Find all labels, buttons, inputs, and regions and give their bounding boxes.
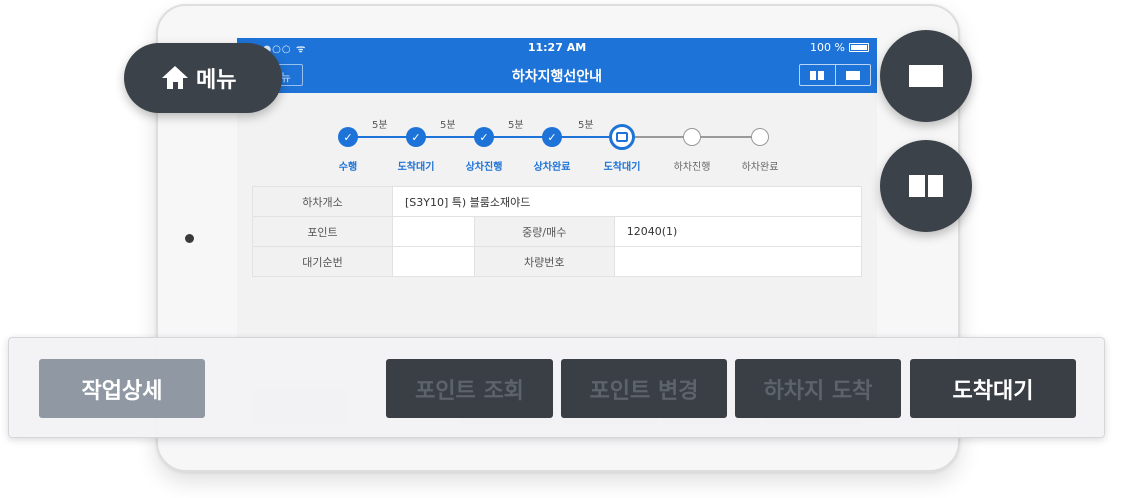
step-dot: ✓ (474, 127, 494, 147)
status-time: 11:27 AM (527, 41, 587, 54)
single-view-icon (845, 70, 860, 80)
single-view-button[interactable] (834, 65, 871, 85)
vehicle-label: 차량번호 (473, 246, 615, 277)
step-label: 하차완료 (741, 162, 779, 173)
split-view-icon (909, 175, 943, 197)
step-dot: ✓ (406, 127, 426, 147)
home-icon (162, 66, 188, 90)
truck-icon (616, 132, 628, 142)
point-change-button[interactable]: 포인트 변경 (561, 359, 727, 418)
home-menu-label: 메뉴 (196, 68, 237, 93)
step-time: 5분 (508, 120, 524, 131)
table-row: 포인트 중량/매수 12040(1) (252, 216, 863, 247)
home-menu-button[interactable]: 메뉴 (124, 43, 282, 113)
step-label: 도착대기 (603, 162, 641, 173)
step-label: 도착대기 (397, 162, 435, 173)
battery-icon (849, 43, 869, 52)
unload-arrive-button[interactable]: 하차지 도착 (735, 359, 901, 418)
camera-dot (185, 234, 194, 243)
step-dot (683, 128, 701, 146)
page-title: 하차지행선안내 (511, 69, 603, 85)
nav-bar: ≡ 메뉴 하차지행선안내 (237, 57, 877, 93)
info-table: 하차개소 [S3Y10] 특) 블룸소재야드 포인트 중량/매수 12040(1… (252, 186, 863, 277)
work-detail-button[interactable]: 작업상세 (39, 359, 205, 418)
status-bar: ●●●○○ ᯤ 11:27 AM 100 % (237, 38, 877, 57)
wait-value (392, 246, 475, 277)
step-time: 5분 (440, 120, 456, 131)
split-view-button[interactable] (800, 65, 835, 85)
arrive-wait-button[interactable]: 도착대기 (910, 359, 1076, 418)
battery-percent: 100 % (810, 41, 845, 54)
point-search-button[interactable]: 포인트 조회 (386, 359, 553, 418)
unload-site-value: [S3Y10] 특) 블룸소재야드 (392, 186, 862, 217)
point-value (392, 216, 475, 247)
split-view-round-button[interactable] (880, 140, 972, 232)
step-time: 5분 (578, 120, 594, 131)
single-view-icon (909, 65, 943, 87)
step-time: 5분 (372, 120, 388, 131)
check-icon: ✓ (479, 130, 489, 144)
step-dot (609, 124, 635, 150)
step-dot (751, 128, 769, 146)
step-label: 하차진행 (673, 162, 711, 173)
step-label: 상차진행 (465, 162, 503, 173)
check-icon: ✓ (547, 130, 557, 144)
step-dot: ✓ (542, 127, 562, 147)
weight-value: 12040(1) (613, 216, 863, 247)
progress-steps: ✓ 수행 ✓ 5분도착대기 ✓ 5분상차진행 ✓ 5분상차완료 5분도착대기 하차진행 하차완료 (332, 113, 877, 173)
split-view-icon (810, 70, 825, 80)
battery-indicator: 100 % (810, 41, 869, 54)
vehicle-value (613, 246, 863, 277)
single-view-round-button[interactable] (880, 30, 972, 122)
step-connector (692, 136, 760, 138)
step-label: 상차완료 (533, 162, 571, 173)
unload-site-label: 하차개소 (252, 186, 393, 217)
table-row: 하차개소 [S3Y10] 특) 블룸소재야드 (252, 186, 862, 217)
step-label: 수행 (338, 162, 358, 173)
check-icon: ✓ (343, 130, 353, 144)
point-label: 포인트 (252, 216, 393, 247)
table-row: 대기순번 차량번호 (252, 246, 863, 277)
action-bar: 작업상세 포인트 조회 포인트 변경 하차지 도착 도착대기 (8, 337, 1105, 438)
wait-label: 대기순번 (252, 246, 393, 277)
weight-label: 중량/매수 (473, 216, 615, 247)
check-icon: ✓ (411, 130, 421, 144)
view-toggle-group (799, 64, 871, 86)
step-dot: ✓ (338, 127, 358, 147)
